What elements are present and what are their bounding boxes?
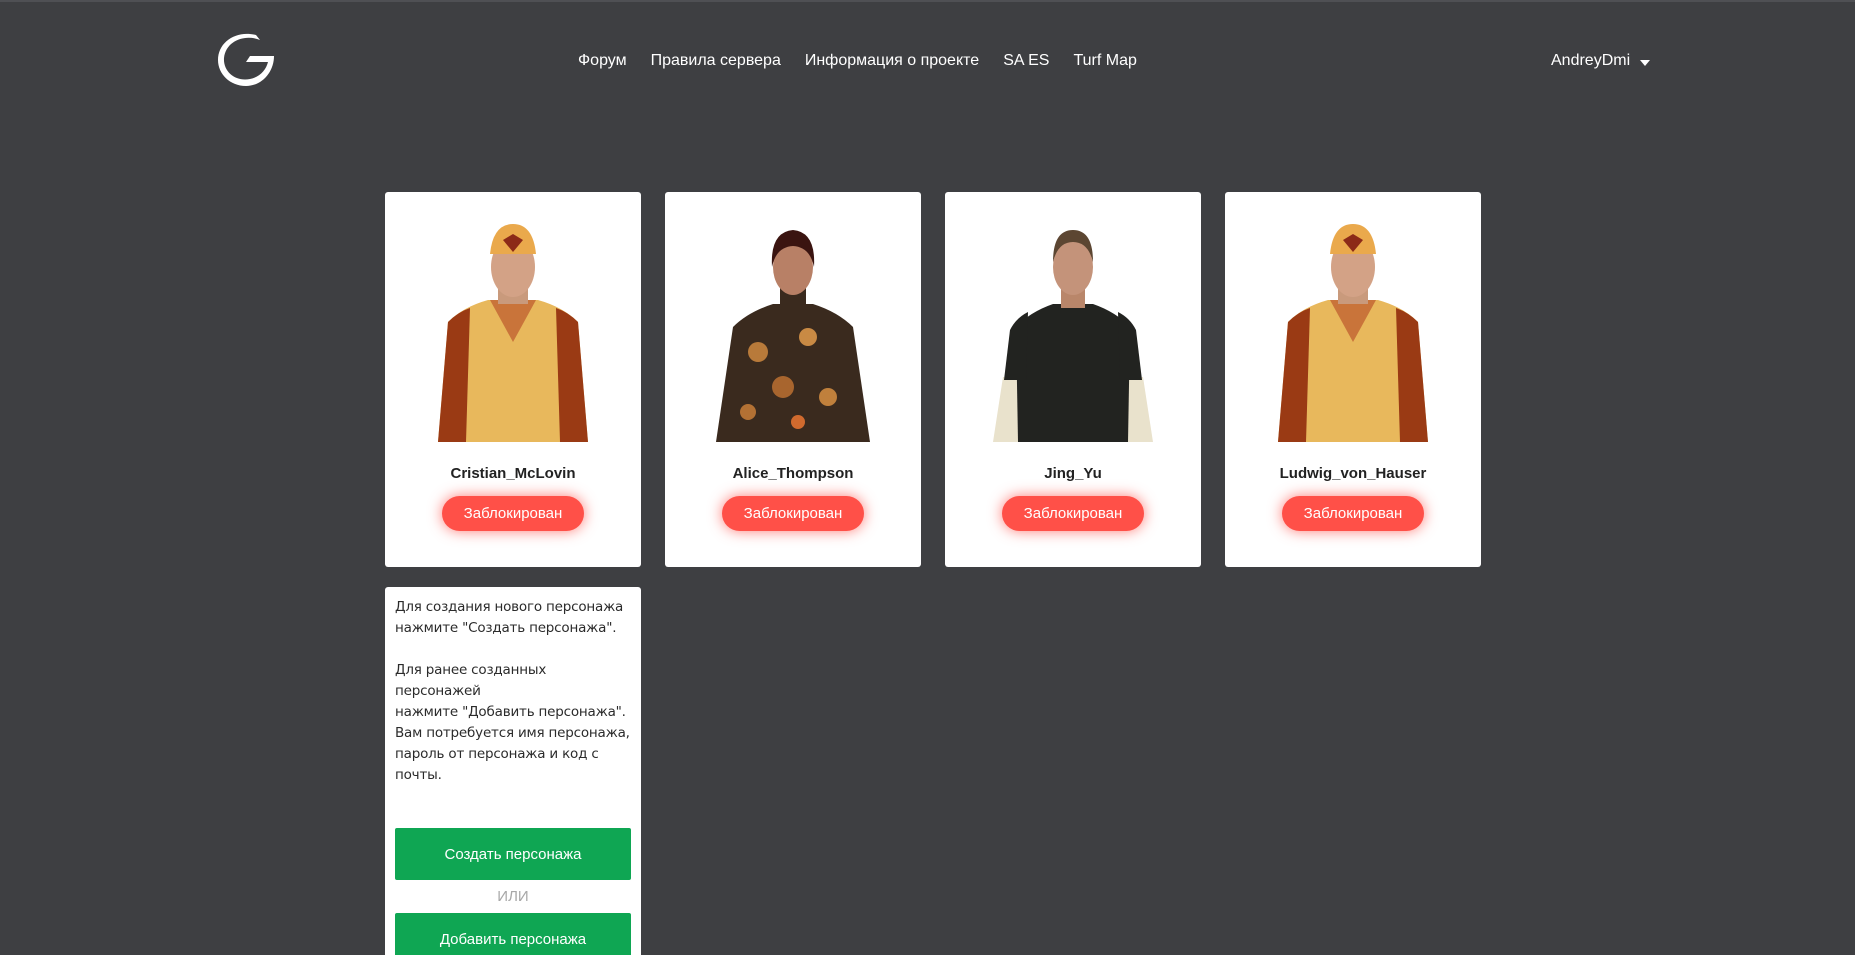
nav-link-turf-map[interactable]: Turf Map <box>1073 52 1136 70</box>
logo-icon[interactable] <box>216 32 276 88</box>
main-nav: Форум Правила сервера Информация о проек… <box>578 52 1137 70</box>
nav-link-server-rules[interactable]: Правила сервера <box>651 52 781 70</box>
character-card[interactable]: Cristian_McLovin Заблокирован <box>385 192 641 567</box>
add-instructions: Для ранее созданных персонажей нажмите "… <box>395 662 630 783</box>
username: AndreyDmi <box>1551 52 1631 69</box>
create-instructions: Для создания нового персонажа нажмите "С… <box>395 599 624 636</box>
status-badge[interactable]: Заблокирован <box>1001 496 1145 531</box>
character-list: Cristian_McLovin Заблокирован Alice_Thom… <box>385 192 1481 567</box>
character-card[interactable]: Alice_Thompson Заблокирован <box>665 192 921 567</box>
character-name: Jing_Yu <box>1044 465 1102 482</box>
user-menu[interactable]: AndreyDmi <box>1551 52 1651 70</box>
chevron-down-icon <box>1640 60 1651 66</box>
status-badge[interactable]: Заблокирован <box>441 496 585 531</box>
character-skin-image <box>716 230 870 442</box>
character-name: Alice_Thompson <box>732 465 854 482</box>
add-character-button[interactable]: Добавить персонажа <box>395 913 631 955</box>
character-skin-image <box>993 230 1153 442</box>
nav-link-project-info[interactable]: Информация о проекте <box>805 52 979 70</box>
character-skin-image <box>438 224 588 442</box>
nav-link-forum[interactable]: Форум <box>578 52 627 70</box>
character-card[interactable]: Jing_Yu Заблокирован <box>945 192 1201 567</box>
character-skin-image <box>1278 224 1428 442</box>
create-character-panel: Для создания нового персонажа нажмите "С… <box>385 587 641 955</box>
or-divider: ИЛИ <box>497 888 529 905</box>
character-card[interactable]: Ludwig_von_Hauser Заблокирован <box>1225 192 1481 567</box>
nav-link-sa-es[interactable]: SA ES <box>1003 52 1049 70</box>
create-character-button[interactable]: Создать персонажа <box>395 828 631 880</box>
character-name: Cristian_McLovin <box>450 465 576 482</box>
status-badge[interactable]: Заблокирован <box>1281 496 1425 531</box>
character-name: Ludwig_von_Hauser <box>1279 465 1427 482</box>
status-badge[interactable]: Заблокирован <box>721 496 865 531</box>
